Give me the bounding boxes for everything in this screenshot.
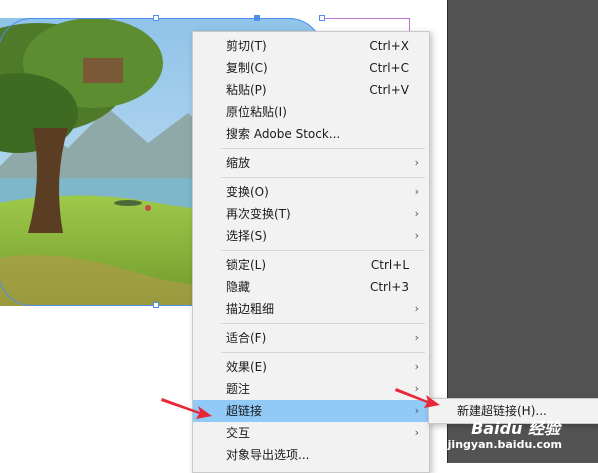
menu-item-label: 粘贴(P) (226, 83, 267, 97)
menu-item-label: 搜索 Adobe Stock... (226, 127, 341, 141)
chevron-right-icon: › (414, 426, 419, 439)
chevron-right-icon: › (414, 156, 419, 169)
menu-item-select[interactable]: 选择(S) › (193, 225, 429, 247)
menu-item-shortcut: Ctrl+V (369, 83, 409, 97)
pasteboard (447, 0, 598, 463)
menu-item-transform-again[interactable]: 再次变换(T) › (193, 203, 429, 225)
menu-item-label: 原位粘贴(I) (226, 105, 287, 119)
menu-item-label: 缩放 (226, 156, 251, 170)
menu-item-effects[interactable]: 效果(E) › (193, 356, 429, 378)
chevron-right-icon: › (414, 360, 419, 373)
chevron-right-icon: › (414, 331, 419, 344)
menu-separator (221, 148, 425, 149)
menu-item-label: 效果(E) (226, 360, 267, 374)
menu-item-label: 再次变换(T) (226, 207, 291, 221)
menu-item-label: 交互 (226, 426, 251, 440)
resize-handle-top-center[interactable] (254, 15, 260, 21)
baidu-logo: Baidu 经验 (471, 419, 560, 438)
resize-handle-bottom[interactable] (153, 302, 159, 308)
menu-item-label: 隐藏 (226, 280, 251, 294)
menu-item-label: 选择(S) (226, 229, 267, 243)
menu-item-interactive[interactable]: 交互 › (193, 422, 429, 444)
menu-item-shortcut: Ctrl+L (370, 258, 409, 272)
chevron-right-icon: › (414, 302, 419, 315)
menu-item-label: 变换(O) (226, 185, 269, 199)
menu-item-hide[interactable]: 隐藏 Ctrl+3 (193, 276, 429, 298)
menu-separator (221, 352, 425, 353)
menu-item-shortcut: Ctrl+X (369, 39, 409, 53)
menu-item-search-adobe-stock[interactable]: 搜索 Adobe Stock... (193, 123, 429, 145)
resize-handle-top[interactable] (153, 15, 159, 21)
red-pointer-arrow-icon (395, 388, 440, 408)
menu-item-fit[interactable]: 适合(F) › (193, 327, 429, 349)
menu-item-label: 锁定(L) (226, 258, 267, 272)
menu-separator (221, 177, 425, 178)
red-pointer-arrow-icon (161, 398, 212, 419)
menu-item-shortcut: Ctrl+C (369, 61, 409, 75)
menu-separator (221, 323, 425, 324)
menu-item-label: 描边粗细 (226, 302, 275, 316)
chevron-right-icon: › (414, 185, 419, 198)
menu-item-copy[interactable]: 复制(C) Ctrl+C (193, 57, 429, 79)
menu-item-paste[interactable]: 粘贴(P) Ctrl+V (193, 79, 429, 101)
menu-item-label: 超链接 (226, 404, 263, 418)
chevron-right-icon: › (414, 229, 419, 242)
watermark-url: jingyan.baidu.com (447, 438, 562, 451)
menu-item-cut[interactable]: 剪切(T) Ctrl+X (193, 35, 429, 57)
menu-item-shortcut: Ctrl+3 (369, 280, 409, 294)
menu-item-label: 适合(F) (226, 331, 267, 345)
menu-item-label: 复制(C) (226, 61, 268, 75)
menu-item-label: 剪切(T) (226, 39, 267, 53)
resize-handle-top-right[interactable] (319, 15, 325, 21)
menu-item-lock[interactable]: 锁定(L) Ctrl+L (193, 254, 429, 276)
menu-item-stroke-weight[interactable]: 描边粗细 › (193, 298, 429, 320)
chevron-right-icon: › (414, 207, 419, 220)
menu-item-transform[interactable]: 变换(O) › (193, 181, 429, 203)
menu-separator (221, 250, 425, 251)
menu-item-label: 题注 (226, 382, 251, 396)
menu-item-paste-in-place[interactable]: 原位粘贴(I) (193, 101, 429, 123)
menu-item-zoom[interactable]: 缩放 › (193, 152, 429, 174)
page-edge-top (322, 18, 410, 19)
